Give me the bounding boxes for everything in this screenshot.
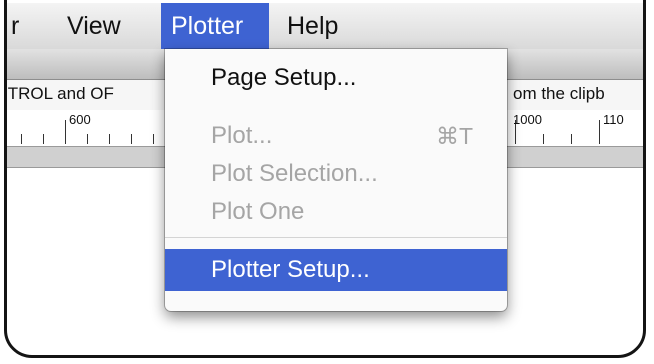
menu-help[interactable]: Help [277, 3, 348, 49]
ruler-tick [65, 120, 66, 144]
ruler-tick [571, 134, 572, 144]
ruler-tick [43, 134, 44, 144]
plotter-menu-dropdown: Page Setup... Plot... ⌘T Plot Selection.… [165, 49, 507, 311]
ruler-tick [543, 134, 544, 144]
shortcut-command-t: ⌘T [435, 123, 473, 149]
menu-bar: r View Plotter Help [7, 3, 643, 50]
menu-item-label: Plotter Setup... [211, 256, 370, 283]
ruler-tick [153, 134, 154, 144]
screenshot-frame: r View Plotter Help ITROL and OF om the … [4, 0, 646, 358]
hint-text-left: ITROL and OF [4, 84, 114, 103]
ruler-tick [87, 134, 88, 144]
menu-item-label: Plot One [211, 198, 305, 225]
menu-view[interactable]: View [57, 3, 131, 49]
menu-editor-partial[interactable]: r [7, 3, 29, 49]
menu-item-plot-one[interactable]: Plot One [165, 191, 507, 233]
ruler-label: 600 [69, 112, 91, 127]
menu-item-plot[interactable]: Plot... ⌘T [165, 115, 507, 157]
ruler-tick [131, 134, 132, 144]
menu-plotter[interactable]: Plotter [161, 3, 269, 49]
menu-item-label: Plot Selection... [211, 160, 378, 187]
menu-divider [165, 237, 507, 238]
menu-item-page-setup[interactable]: Page Setup... [165, 57, 507, 99]
hint-text-right: om the clipb [513, 84, 605, 103]
menu-item-plot-selection[interactable]: Plot Selection... [165, 153, 507, 195]
menu-item-label: Plot... [211, 122, 273, 149]
ruler-tick [21, 134, 22, 144]
menu-item-plotter-setup[interactable]: Plotter Setup... [165, 249, 507, 291]
ruler-label: 110 [603, 112, 624, 127]
menu-item-label: Page Setup... [211, 64, 357, 91]
ruler-tick [599, 120, 600, 144]
ruler-label: 1000 [513, 112, 542, 127]
ruler-tick [109, 134, 110, 144]
